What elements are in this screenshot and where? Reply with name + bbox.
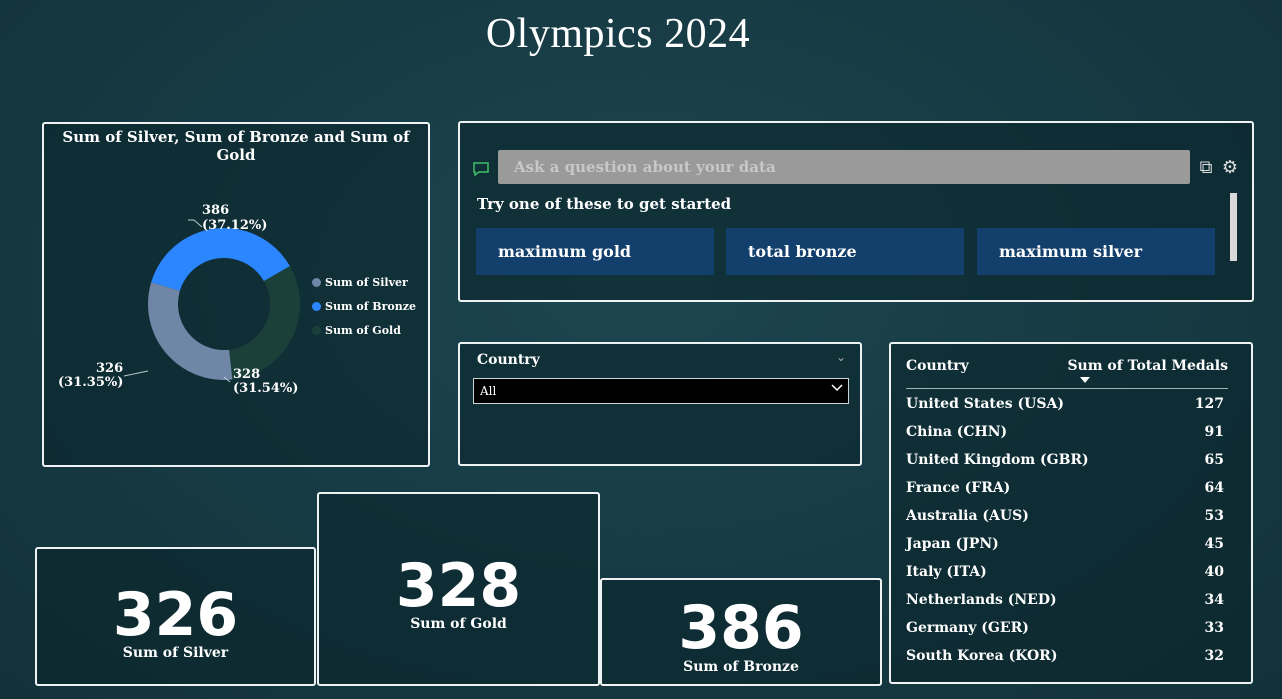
chevron-down-icon[interactable]: ⌄ bbox=[836, 350, 846, 364]
chart-legend: Sum of Silver Sum of Bronze Sum of Gold bbox=[312, 270, 416, 342]
table-row[interactable]: United Kingdom (GBR) 65 bbox=[906, 452, 1224, 480]
gold-value-label: 328 bbox=[233, 367, 260, 382]
gold-pct-label: (31.54%) bbox=[233, 381, 298, 396]
legend-item-gold[interactable]: Sum of Gold bbox=[312, 318, 416, 342]
table-row[interactable]: South Korea (KOR) 32 bbox=[906, 648, 1224, 676]
table-row[interactable]: United States (USA) 127 bbox=[906, 396, 1224, 424]
table-row[interactable]: Australia (AUS) 53 bbox=[906, 508, 1224, 536]
cell-country: Netherlands (NED) bbox=[906, 592, 1057, 608]
leader-line-silver bbox=[123, 370, 149, 377]
table-row[interactable]: China (CHN) 91 bbox=[906, 424, 1224, 452]
cell-country: Australia (AUS) bbox=[906, 508, 1029, 524]
cell-total-medals: 91 bbox=[1204, 424, 1224, 440]
legend-item-silver[interactable]: Sum of Silver bbox=[312, 270, 416, 294]
cell-country: China (CHN) bbox=[906, 424, 1008, 440]
cell-total-medals: 64 bbox=[1204, 480, 1224, 496]
cell-total-medals: 45 bbox=[1204, 536, 1224, 552]
legend-label: Sum of Silver bbox=[325, 275, 408, 289]
qa-prompt-text: Try one of these to get started bbox=[477, 195, 732, 213]
table-row[interactable]: Italy (ITA) 40 bbox=[906, 564, 1224, 592]
table-row[interactable]: Germany (GER) 33 bbox=[906, 620, 1224, 648]
donut-chart-panel[interactable]: Sum of Silver, Sum of Bronze and Sum of … bbox=[42, 122, 430, 467]
card-gold[interactable]: 328 Sum of Gold bbox=[317, 492, 600, 686]
donut-slice-gold[interactable] bbox=[229, 266, 301, 380]
column-header-total-medals[interactable]: Sum of Total Medals bbox=[1067, 358, 1228, 374]
cell-total-medals: 40 bbox=[1204, 564, 1224, 580]
table-header: Country Sum of Total Medals bbox=[906, 358, 1228, 389]
silver-value-label: 326 bbox=[96, 361, 123, 376]
cell-country: Germany (GER) bbox=[906, 620, 1029, 636]
cell-total-medals: 34 bbox=[1204, 592, 1224, 608]
table-row[interactable]: France (FRA) 64 bbox=[906, 480, 1224, 508]
silver-pct-label: (31.35%) bbox=[58, 375, 123, 390]
legend-label: Sum of Gold bbox=[325, 323, 401, 337]
qa-question-input[interactable] bbox=[498, 150, 1190, 184]
page-title: Olympics 2024 bbox=[485, 11, 751, 57]
sort-descending-icon[interactable] bbox=[1080, 377, 1090, 383]
legend-label: Sum of Bronze bbox=[325, 299, 416, 313]
dropdown-caret-icon bbox=[831, 384, 843, 392]
card-bronze[interactable]: 386 Sum of Bronze bbox=[600, 578, 882, 686]
qa-scrollbar[interactable] bbox=[1230, 193, 1237, 261]
column-header-country[interactable]: Country bbox=[906, 358, 969, 374]
chat-bubble-icon bbox=[473, 162, 489, 177]
bronze-pct-label: (37.12%) bbox=[202, 218, 267, 233]
qa-suggestion-button[interactable]: maximum silver bbox=[977, 228, 1215, 275]
donut-slice-silver[interactable] bbox=[147, 282, 233, 380]
card-value: 326 bbox=[112, 580, 239, 650]
cell-country: South Korea (KOR) bbox=[906, 648, 1058, 664]
slicer-selected-value: All bbox=[480, 384, 497, 398]
card-label: Sum of Bronze bbox=[683, 659, 799, 675]
cell-total-medals: 32 bbox=[1204, 648, 1224, 664]
cell-country: Japan (JPN) bbox=[906, 536, 999, 552]
card-silver[interactable]: 326 Sum of Silver bbox=[35, 547, 316, 686]
bronze-value-label: 386 bbox=[202, 203, 229, 218]
cell-total-medals: 65 bbox=[1204, 452, 1224, 468]
leader-line-bronze bbox=[193, 219, 203, 228]
cell-total-medals: 127 bbox=[1194, 396, 1224, 412]
cell-country: United States (USA) bbox=[906, 396, 1064, 412]
card-label: Sum of Gold bbox=[410, 616, 507, 632]
qa-suggestion-button[interactable]: total bronze bbox=[726, 228, 964, 275]
cell-country: France (FRA) bbox=[906, 480, 1011, 496]
qa-panel[interactable]: ⧉ ⚙ Try one of these to get started maxi… bbox=[458, 121, 1254, 302]
gear-icon[interactable]: ⚙ bbox=[1220, 158, 1240, 178]
card-label: Sum of Silver bbox=[122, 645, 229, 661]
legend-dot-silver bbox=[312, 277, 321, 287]
cell-total-medals: 33 bbox=[1204, 620, 1224, 636]
slicer-dropdown[interactable]: All bbox=[473, 378, 849, 404]
medals-table[interactable]: Country Sum of Total Medals United State… bbox=[889, 342, 1253, 684]
slicer-label: Country bbox=[477, 352, 540, 368]
cell-country: Italy (ITA) bbox=[906, 564, 987, 580]
table-row[interactable]: Netherlands (NED) 34 bbox=[906, 592, 1224, 620]
table-row[interactable]: Japan (JPN) 45 bbox=[906, 536, 1224, 564]
card-value: 328 bbox=[395, 551, 522, 621]
legend-item-bronze[interactable]: Sum of Bronze bbox=[312, 294, 416, 318]
country-slicer[interactable]: Country ⌄ All bbox=[458, 342, 862, 466]
card-value: 386 bbox=[678, 593, 804, 663]
cell-country: United Kingdom (GBR) bbox=[906, 452, 1089, 468]
qa-convert-icon[interactable]: ⧉ bbox=[1196, 158, 1216, 178]
qa-suggestion-button[interactable]: maximum gold bbox=[476, 228, 714, 275]
cell-total-medals: 53 bbox=[1204, 508, 1224, 524]
legend-dot-gold bbox=[312, 325, 321, 335]
legend-dot-bronze bbox=[312, 301, 321, 311]
